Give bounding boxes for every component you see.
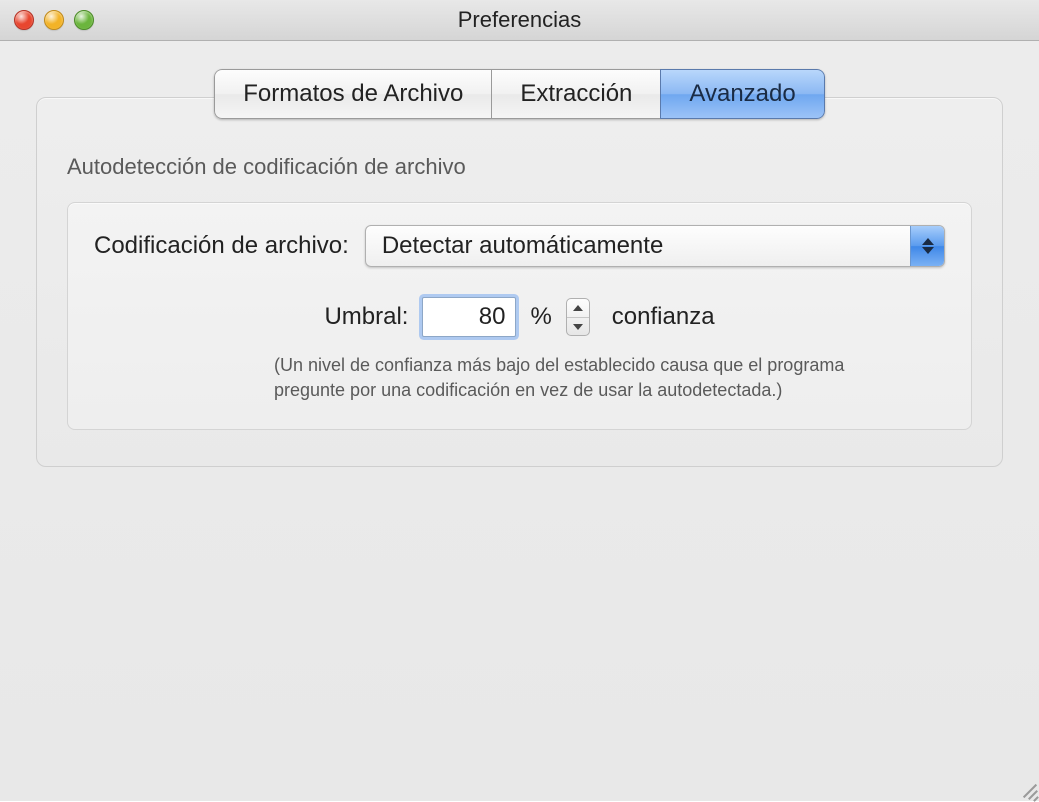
threshold-input[interactable] bbox=[422, 297, 516, 337]
traffic-lights bbox=[14, 10, 94, 30]
stepper-down-icon[interactable] bbox=[567, 317, 589, 335]
popup-arrows-icon bbox=[910, 226, 944, 266]
threshold-row: Umbral: % confianza bbox=[94, 297, 945, 337]
stepper-up-icon[interactable] bbox=[567, 299, 589, 317]
tab-bar: Formatos de Archivo Extracción Avanzado bbox=[36, 69, 1003, 119]
autodetect-box: Codificación de archivo: Detectar automá… bbox=[67, 202, 972, 430]
threshold-label: Umbral: bbox=[324, 303, 408, 331]
confidence-label: confianza bbox=[612, 303, 715, 331]
tab-file-formats[interactable]: Formatos de Archivo bbox=[214, 69, 491, 119]
encoding-value: Detectar automáticamente bbox=[366, 226, 910, 266]
tab-advanced[interactable]: Avanzado bbox=[660, 69, 824, 119]
window-chrome: Preferencias bbox=[0, 0, 1039, 41]
section-heading: Autodetección de codificación de archivo bbox=[67, 154, 972, 180]
advanced-group-box: Autodetección de codificación de archivo… bbox=[36, 97, 1003, 467]
encoding-popup[interactable]: Detectar automáticamente bbox=[365, 225, 945, 267]
resize-grip-icon[interactable] bbox=[1017, 779, 1037, 799]
zoom-button[interactable] bbox=[74, 10, 94, 30]
percent-symbol: % bbox=[530, 303, 551, 331]
minimize-button[interactable] bbox=[44, 10, 64, 30]
help-text: (Un nivel de confianza más bajo del esta… bbox=[94, 353, 945, 403]
close-button[interactable] bbox=[14, 10, 34, 30]
threshold-stepper[interactable] bbox=[566, 298, 590, 336]
encoding-label: Codificación de archivo: bbox=[94, 232, 349, 260]
titlebar: Preferencias bbox=[0, 0, 1039, 40]
encoding-row: Codificación de archivo: Detectar automá… bbox=[94, 225, 945, 267]
window-title: Preferencias bbox=[0, 7, 1039, 33]
tab-segmented-control: Formatos de Archivo Extracción Avanzado bbox=[214, 69, 824, 119]
content-area: Formatos de Archivo Extracción Avanzado … bbox=[0, 41, 1039, 801]
tab-extraction[interactable]: Extracción bbox=[491, 69, 660, 119]
